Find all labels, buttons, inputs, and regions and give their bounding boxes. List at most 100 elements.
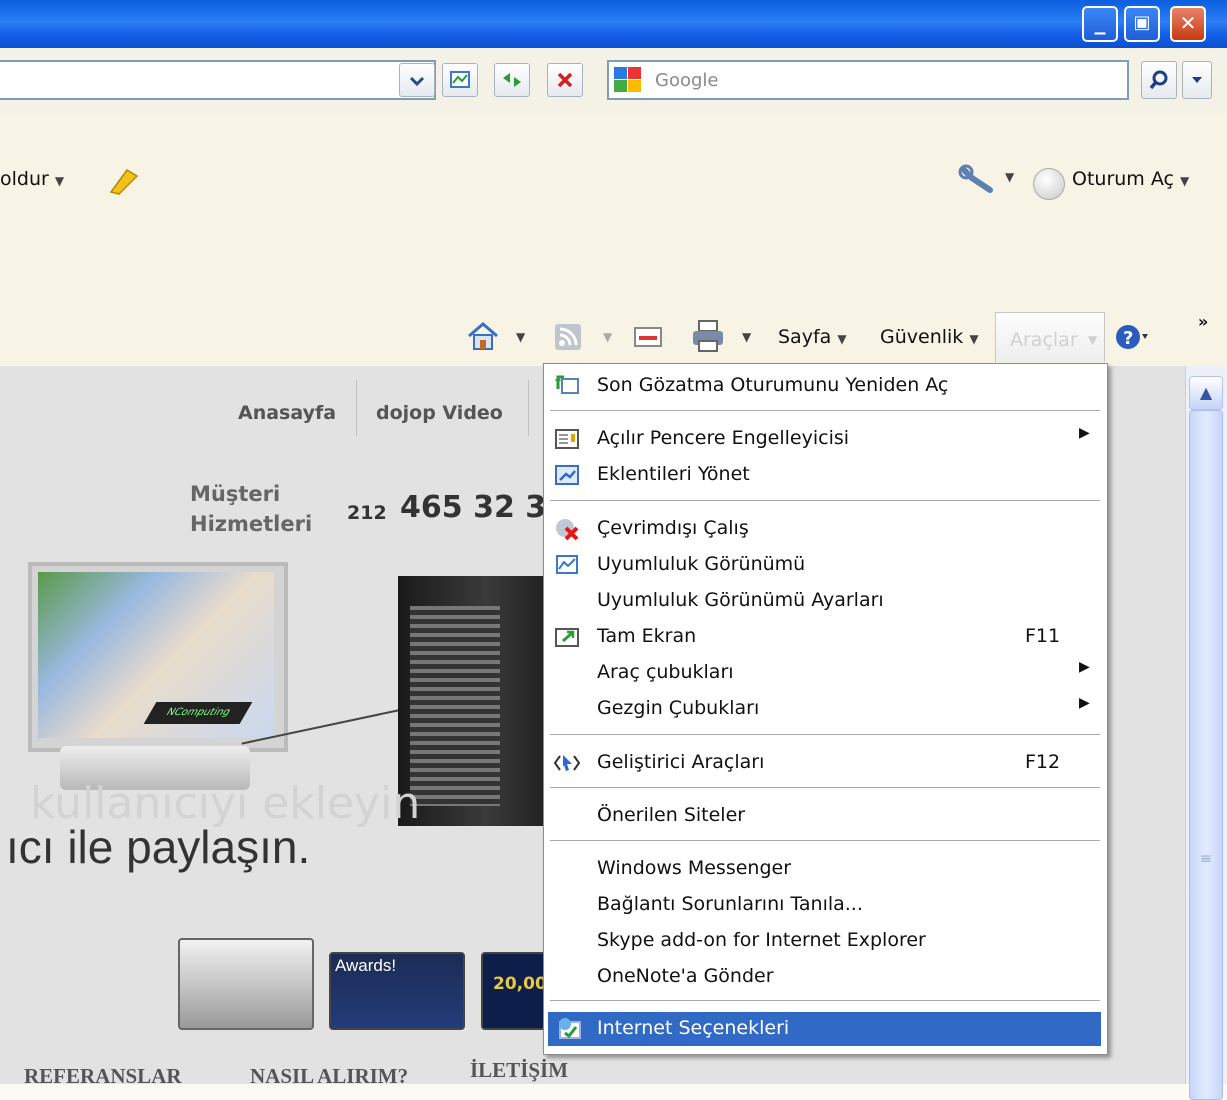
menu-item-compatibility-settings[interactable]: Uyumluluk Görünümü Ayarları [544,584,1105,618]
print-icon[interactable] [690,318,726,354]
menu-item-label: Araç çubukları [597,661,734,683]
page-menu-button[interactable]: Sayfa ▼ [778,326,847,348]
menu-item-windows-messenger[interactable]: Windows Messenger [544,852,1105,886]
refresh-icon [503,73,521,87]
phone-number: 465 32 3 [400,490,547,525]
menu-item-manage-addons[interactable]: Eklentileri Yönet [544,458,1105,492]
menu-item-popup-blocker[interactable]: Açılır Pencere Engelleyicisi ▶ [544,422,1105,456]
menu-item-developer-tools[interactable]: Geliştirici Araçları F12 [544,746,1105,780]
address-dropdown-button[interactable] [399,63,435,97]
chevron-down-icon [409,76,425,87]
site-nav-home[interactable]: Anasayfa [238,402,336,424]
menu-item-label: Windows Messenger [597,857,792,879]
refresh-button[interactable] [494,63,530,97]
menu-item-skype-addon[interactable]: Skype add-on for Internet Explorer [544,924,1105,958]
ncomputing-device: NComputing [143,702,253,724]
more-commands-chevron-icon[interactable]: » [1198,312,1208,331]
menu-item-label: Açılır Pencere Engelleyicisi [597,427,850,449]
menu-item-label: OneNote'a Gönder [597,965,774,987]
bottom-nav-how-to-buy[interactable]: NASIL ALIRIM? [250,1064,408,1089]
tools-menu-button[interactable]: Araçlar ▼ [995,312,1105,362]
site-nav-video[interactable]: dojop Video [376,402,503,424]
autofill-button[interactable]: oldur ▼ [0,168,64,190]
divider [528,380,529,436]
awards-label: Awards! [335,956,397,975]
menu-item-label: Son Gözatma Oturumunu Yeniden Aç [597,374,949,396]
wrench-icon[interactable] [958,164,998,194]
restore-button[interactable]: ▣ [1124,6,1160,42]
mail-icon[interactable] [633,324,663,350]
highlighter-icon[interactable] [105,164,141,196]
command-bar: ▼ ▼ ▼ Sayfa ▼ Güvenlik ▼ Araçlar ▼ ? » [0,252,1227,367]
menu-item-label: Uyumluluk Görünümü Ayarları [597,589,884,611]
product-thumbnail[interactable] [178,938,314,1030]
menu-item-diagnose-connection[interactable]: Bağlantı Sorunlarını Tanıla... [544,888,1105,922]
autofill-label: oldur [0,168,49,190]
menu-separator [550,734,1100,735]
tools-dropdown-menu: Son Gözatma Oturumunu Yeniden Aç Açılır … [543,363,1108,1055]
menu-item-label: Geliştirici Araçları [597,751,765,773]
safety-menu-button[interactable]: Güvenlik ▼ [880,326,979,348]
search-options-button[interactable] [1182,61,1212,99]
compatibility-view-icon [556,555,578,574]
menu-item-label: Internet Seçenekleri [597,1017,790,1039]
chevron-down-icon[interactable]: ▼ [742,330,751,344]
menu-item-send-to-onenote[interactable]: OneNote'a Gönder [544,960,1105,994]
toolbar-row [0,204,1227,253]
stop-button[interactable] [547,63,583,97]
minimize-button[interactable]: _ [1082,6,1118,42]
submenu-arrow-icon: ▶ [1079,425,1090,441]
menu-item-toolbars[interactable]: Araç çubukları ▶ [544,656,1105,690]
address-bar[interactable] [0,60,436,100]
chevron-down-icon[interactable]: ▼ [1005,170,1014,184]
phone-prefix: 212 [347,502,387,524]
chevron-down-icon[interactable]: ▼ [516,330,525,344]
awards-thumbnail[interactable]: Awards! [329,952,465,1030]
feeds-icon[interactable] [553,322,583,352]
menu-separator [550,410,1100,411]
menu-item-label: Önerilen Siteler [597,804,746,826]
hero-tagline: ıcı ile paylaşın. [6,821,311,873]
stop-icon [557,72,573,88]
counter-thumbnail[interactable]: 20,00 [481,952,547,1030]
signin-button[interactable]: Oturum Aç ▼ [1072,168,1189,190]
chevron-down-icon: ▼ [603,330,613,344]
developer-tools-icon [554,755,580,771]
help-icon[interactable]: ? [1114,322,1148,352]
search-placeholder: Google [655,70,719,91]
search-icon [1149,70,1168,90]
vertical-scrollbar[interactable]: ▲ ≡ [1185,366,1227,1100]
bottom-nav-references[interactable]: REFERANSLAR [24,1064,182,1089]
counter-label: 20,00 [493,974,547,994]
menu-item-work-offline[interactable]: Çevrimdışı Çalış [544,512,1105,546]
menu-item-label: Çevrimdışı Çalış [597,517,749,539]
bottom-nav-contact[interactable]: İLETİŞİM [470,1058,568,1083]
scroll-up-button[interactable]: ▲ [1189,376,1223,410]
compatibility-view-button[interactable] [442,63,478,97]
menu-item-suggested-sites[interactable]: Önerilen Siteler [544,799,1105,833]
support-label-line1: Müşteri [190,482,281,506]
menu-item-label: Skype add-on for Internet Explorer [597,929,926,951]
search-button[interactable] [1141,61,1177,99]
google-logo-icon [614,67,641,92]
popup-blocker-icon [555,429,579,449]
reopen-session-icon [555,375,579,394]
menu-item-explorer-bars[interactable]: Gezgin Çubukları ▶ [544,692,1105,726]
menu-item-internet-options[interactable]: Internet Seçenekleri [548,1012,1101,1046]
search-input[interactable]: Google [607,60,1129,100]
home-icon[interactable] [466,320,500,352]
menu-item-compatibility-view[interactable]: Uyumluluk Görünümü [544,548,1105,582]
menu-item-full-screen[interactable]: Tam Ekran F11 [544,620,1105,654]
page-menu-label: Sayfa [778,326,832,348]
menu-separator [550,787,1100,788]
chevron-down-icon [1192,77,1202,83]
internet-options-icon [559,1018,581,1039]
signin-label: Oturum Aç [1072,168,1174,190]
scroll-thumb[interactable]: ≡ [1189,410,1223,1100]
close-button[interactable]: ✕ [1170,6,1206,42]
address-row: Google [0,48,1227,115]
menu-separator [550,500,1100,501]
chevron-up-icon: ▲ [1199,383,1213,402]
menu-item-reopen-session[interactable]: Son Gözatma Oturumunu Yeniden Aç [544,369,1105,403]
tools-menu-label: Araçlar [1010,329,1078,351]
